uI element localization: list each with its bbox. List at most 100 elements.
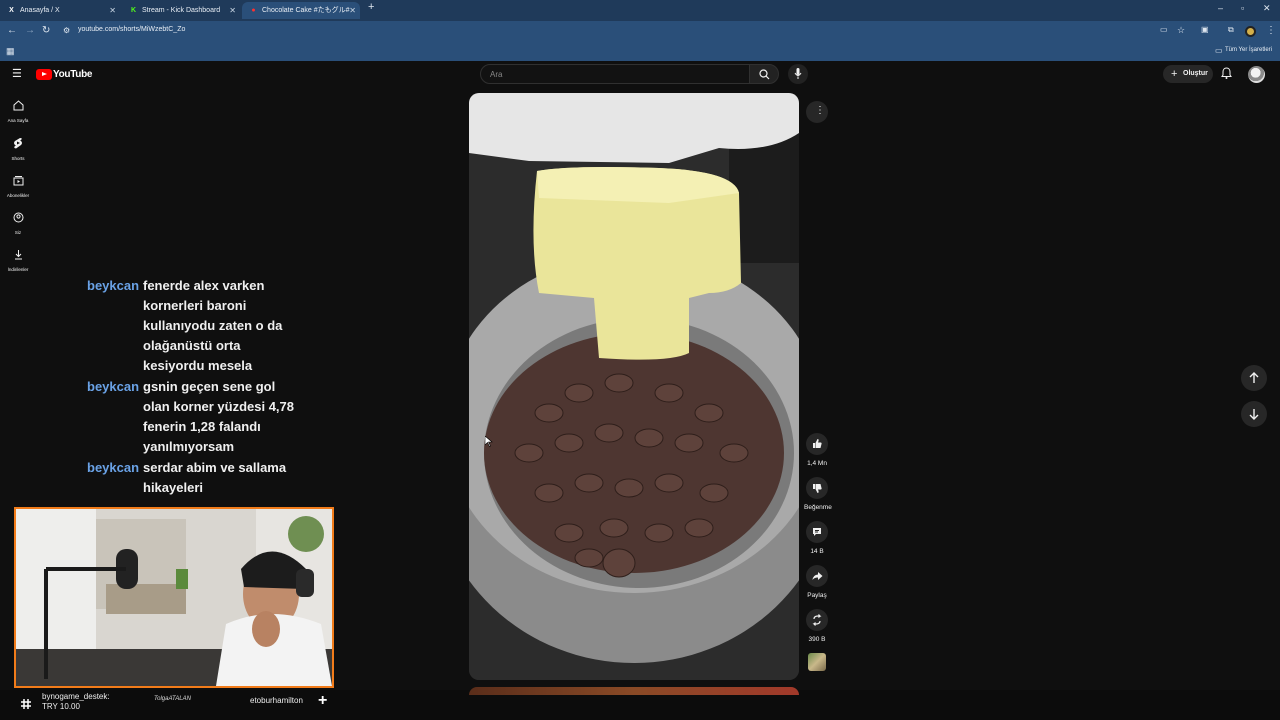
minimize-button[interactable]: – — [1218, 3, 1223, 13]
plus-icon: + — [1171, 68, 1178, 80]
reload-icon[interactable]: ↻ — [42, 25, 50, 36]
tab-label: Chocolate Cake #たもグル# — [262, 7, 350, 14]
share-label: Paylaş — [807, 592, 827, 599]
youtube-play-icon — [36, 69, 52, 80]
create-button[interactable]: + Oluştur — [1163, 65, 1213, 83]
hamburger-menu-icon[interactable]: ☰ — [12, 67, 22, 80]
comments-count: 14 B — [810, 548, 824, 555]
tab-label: Stream - Kick Dashboard — [142, 7, 221, 14]
site-info-icon[interactable]: ⚙ — [63, 26, 70, 35]
chat-username: beykcan — [87, 278, 140, 293]
you-icon — [13, 212, 23, 223]
comments-button[interactable]: 14 B — [804, 521, 830, 555]
nav-label: İndirilenler — [7, 267, 29, 272]
tab-youtube[interactable]: ● Chocolate Cake #たもグル# ✕ — [242, 2, 360, 19]
tab-label: Anasayfa / X — [20, 7, 60, 14]
more-options-button[interactable]: ⋮ — [806, 101, 828, 123]
folder-icon: ▭ — [1215, 46, 1223, 55]
bookmark-star-icon[interactable]: ☆ — [1177, 25, 1185, 36]
maximize-button[interactable]: ▫ — [1241, 3, 1244, 13]
youtube-header: ☰ YouTube Ara + Oluştur — [0, 61, 1280, 89]
like-count: 1,4 Mn — [807, 460, 827, 467]
home-icon — [13, 100, 23, 111]
cast-icon[interactable]: ▭ — [1160, 25, 1168, 34]
video-frame — [469, 93, 799, 680]
nav-home[interactable]: Ana Sayfa — [0, 98, 36, 123]
logo-text: YouTube — [53, 69, 93, 80]
close-icon[interactable]: ✕ — [229, 2, 236, 19]
microphone-icon — [794, 68, 802, 79]
browser-tab-bar: X Anasayfa / X ✕ K Stream - Kick Dashboa… — [0, 0, 1280, 21]
dislike-button[interactable]: Beğenme — [804, 477, 832, 511]
url-field[interactable]: youtube.com/shorts/MiWzebtC_Zo — [78, 26, 185, 33]
thumbs-up-icon — [813, 439, 822, 448]
nav-label: Abonelikler — [6, 193, 30, 198]
arrow-down-icon — [1249, 409, 1259, 420]
like-button[interactable]: 1,4 Mn — [804, 433, 830, 467]
nav-you[interactable]: Siz — [0, 210, 36, 235]
bookmark-bar: ▦ ▭ Tüm Yer İşaretleri — [0, 42, 1280, 61]
menu-icon[interactable]: ⋮ — [1266, 25, 1276, 36]
nav-label: Ana Sayfa — [7, 118, 29, 123]
account-avatar[interactable] — [1248, 66, 1265, 83]
shorts-video-player[interactable] — [469, 93, 799, 680]
nav-subscriptions[interactable]: Abonelikler — [0, 173, 36, 198]
forward-icon[interactable]: → — [25, 25, 35, 36]
donation-info: bynogame_destek: TRY 10.00 — [42, 692, 110, 712]
next-short-preview[interactable] — [469, 687, 799, 695]
search-input[interactable]: Ara — [480, 64, 750, 84]
webcam-scene — [16, 509, 332, 686]
streamer-signature: TolgaATALAN — [154, 696, 191, 702]
remix-icon — [812, 614, 822, 626]
create-label: Oluştur — [1183, 70, 1208, 77]
stream-chat: beykcan fenerde alex varken kornerleri b… — [87, 276, 297, 499]
chat-text: serdar abim ve sallama hikayeleri — [143, 460, 287, 495]
share-button[interactable]: Paylaş — [804, 565, 830, 599]
x-icon: X — [9, 7, 14, 14]
dislike-label: Beğenme — [804, 504, 832, 511]
plus-icon: + — [318, 692, 328, 709]
profile-icon[interactable] — [1245, 26, 1256, 37]
address-bar: ← → ↻ ⚙ youtube.com/shorts/MiWzebtC_Zo ▭… — [0, 21, 1280, 42]
grid-icon — [21, 699, 31, 709]
nav-label: Shorts — [11, 156, 25, 161]
search-button[interactable] — [749, 64, 779, 84]
follower-name: etoburhamilton — [250, 696, 303, 705]
previous-short-button[interactable] — [1241, 365, 1267, 391]
download-icon — [14, 250, 22, 260]
tab-x[interactable]: X Anasayfa / X ✕ — [0, 2, 120, 19]
extensions-icon[interactable]: ⧉ — [1228, 25, 1234, 35]
shorts-icon — [14, 138, 22, 149]
close-icon[interactable]: ✕ — [349, 2, 356, 19]
close-window-button[interactable]: ✕ — [1263, 3, 1271, 14]
chat-message: beykcan serdar abim ve sallama hikayeler… — [87, 458, 297, 498]
sidebar-icon[interactable]: ▣ — [1201, 25, 1209, 34]
chat-username: beykcan — [87, 460, 140, 475]
all-bookmarks-label[interactable]: Tüm Yer İşaretleri — [1225, 47, 1272, 53]
arrow-up-icon — [1249, 372, 1259, 383]
tab-kick[interactable]: K Stream - Kick Dashboard ✕ — [122, 2, 240, 19]
channel-avatar[interactable] — [808, 653, 826, 671]
nav-downloads[interactable]: İndirilenler — [0, 247, 36, 272]
remix-button[interactable]: 390 B — [804, 609, 830, 643]
mouse-cursor-icon — [485, 436, 493, 447]
chat-message: beykcan fenerde alex varken kornerleri b… — [87, 276, 297, 376]
subscriptions-icon — [13, 176, 23, 186]
donation-amount: TRY 10.00 — [42, 702, 80, 711]
close-icon[interactable]: ✕ — [109, 2, 116, 19]
back-icon[interactable]: ← — [7, 25, 17, 36]
remix-count: 390 B — [808, 636, 826, 643]
nav-label: Siz — [14, 230, 22, 235]
chat-text: fenerde alex varken kornerleri baroni ku… — [143, 278, 283, 373]
share-icon — [812, 572, 823, 580]
next-short-button[interactable] — [1241, 401, 1267, 427]
apps-icon[interactable]: ▦ — [6, 46, 15, 57]
notifications-bell-icon[interactable] — [1221, 67, 1232, 80]
comment-icon — [813, 528, 821, 536]
nav-shorts[interactable]: Shorts — [0, 136, 36, 161]
search-icon — [759, 69, 770, 80]
new-tab-button[interactable]: + — [368, 1, 374, 13]
kick-icon: K — [130, 7, 137, 14]
voice-search-button[interactable] — [788, 64, 808, 84]
chat-text: gsnin geçen sene gol olan korner yüzdesi… — [143, 379, 295, 454]
